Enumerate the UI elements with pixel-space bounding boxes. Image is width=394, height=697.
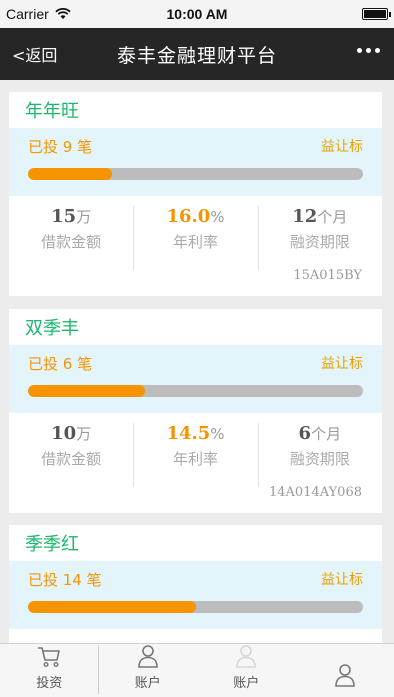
- invest-count: 已投 6 笔: [28, 354, 93, 373]
- stat-rate: 16.0% 年利率: [133, 206, 257, 274]
- amount-label: 借款金额: [41, 450, 102, 468]
- term-label: 融资期限: [289, 450, 350, 468]
- page-title: 泰丰金融理财平台: [116, 44, 277, 67]
- stat-amount: 15万 借款金额: [9, 206, 133, 274]
- tab-profile[interactable]: [296, 644, 394, 697]
- amount-label: 借款金额: [41, 233, 102, 251]
- progress-fill: [28, 601, 196, 613]
- rate-unit: %: [210, 425, 225, 443]
- progress-fill: [28, 168, 112, 180]
- nav-bar: <返回 泰丰金融理财平台: [0, 28, 394, 80]
- term-unit: 个月: [311, 425, 342, 443]
- progress-bar: [28, 168, 363, 180]
- amount-unit: 万: [76, 208, 92, 226]
- wifi-icon: [55, 8, 71, 19]
- rate-unit: %: [210, 208, 225, 226]
- rate-label: 年利率: [172, 450, 218, 468]
- product-list: 年年旺 已投 9 笔 益让标 15万 借款金额 16.0% 年利率 12个月 融…: [0, 80, 394, 643]
- tab-account-2-label: 账户: [233, 676, 260, 691]
- product-tag[interactable]: 益让标: [321, 569, 363, 589]
- more-menu-icon[interactable]: [357, 44, 380, 57]
- product-name: 双季丰: [25, 318, 79, 339]
- tab-invest[interactable]: 投资: [0, 644, 99, 697]
- progress-fill: [28, 385, 146, 397]
- status-bar: Carrier 10:00 AM: [0, 0, 394, 28]
- term-value: 12: [292, 206, 318, 227]
- user-icon: [334, 664, 355, 687]
- user-icon: [137, 645, 158, 668]
- rate-value: 16.0: [166, 206, 211, 227]
- cart-icon: [38, 647, 61, 668]
- product-name: 年年旺: [25, 101, 79, 122]
- stats-row: 15万 借款金额 16.0% 年利率 12个月 融资期限: [9, 196, 382, 274]
- product-card[interactable]: 双季丰 已投 6 笔 益让标 10万 借款金额 14.5% 年利率 6个月 融资…: [9, 309, 382, 513]
- status-left: Carrier: [6, 6, 71, 22]
- amount-value: 10: [51, 423, 77, 444]
- back-button[interactable]: <返回: [12, 42, 57, 66]
- battery-icon: [362, 8, 391, 20]
- tab-bar: 投资 账户 账户: [0, 643, 394, 697]
- stat-term: 12个月 融资期限: [257, 206, 382, 274]
- tab-account[interactable]: 账户: [99, 644, 198, 697]
- progress-area: 已投 9 笔 益让标: [9, 128, 382, 196]
- rate-label: 年利率: [172, 233, 218, 251]
- progress-bar: [28, 601, 363, 613]
- product-tag[interactable]: 益让标: [321, 136, 363, 156]
- term-value: 6: [298, 423, 312, 444]
- amount-value: 15: [51, 206, 77, 227]
- rate-value: 14.5: [166, 423, 211, 444]
- stat-amount: 10万 借款金额: [9, 423, 133, 491]
- invest-count: 已投 14 笔: [28, 570, 102, 589]
- stats-row: 10万 借款金额 14.5% 年利率 6个月 融资期限: [9, 413, 382, 491]
- progress-area: 已投 14 笔 益让标: [9, 561, 382, 629]
- term-label: 融资期限: [289, 233, 350, 251]
- stat-term: 6个月 融资期限: [257, 423, 382, 491]
- product-tag[interactable]: 益让标: [321, 353, 363, 373]
- progress-area: 已投 6 笔 益让标: [9, 345, 382, 413]
- stat-rate: 14.5% 年利率: [133, 423, 257, 491]
- user-icon: [236, 645, 257, 668]
- product-name: 季季红: [25, 534, 79, 555]
- tab-account-2[interactable]: 账户: [197, 644, 296, 697]
- product-card[interactable]: 年年旺 已投 9 笔 益让标 15万 借款金额 16.0% 年利率 12个月 融…: [9, 92, 382, 296]
- tab-account-label: 账户: [134, 676, 161, 691]
- invest-count: 已投 9 笔: [28, 137, 93, 156]
- carrier-label: Carrier: [6, 6, 49, 22]
- term-unit: 个月: [317, 208, 348, 226]
- amount-unit: 万: [76, 425, 92, 443]
- product-card[interactable]: 季季红 已投 14 笔 益让标: [9, 525, 382, 643]
- progress-bar: [28, 385, 363, 397]
- tab-invest-label: 投资: [36, 676, 63, 691]
